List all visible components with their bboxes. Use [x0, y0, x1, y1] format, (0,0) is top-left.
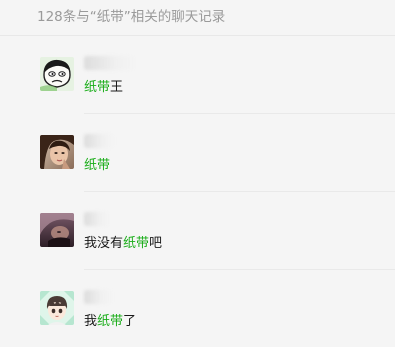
sender-name-obscured — [84, 56, 136, 70]
keyword-highlight: 纸带 — [97, 314, 124, 329]
chat-record-item[interactable]: 纸带王 — [0, 36, 395, 114]
dark-photo-avatar[interactable] — [40, 213, 74, 247]
sender-name-obscured — [84, 290, 112, 304]
chat-record-item[interactable]: 纸带 — [0, 114, 395, 192]
search-results-header: 128条与“纸带”相关的聊天记录 — [0, 0, 395, 36]
message-snippet: 纸带 — [84, 154, 110, 173]
keyword-highlight: 纸带 — [123, 236, 150, 251]
keyword-highlight: 纸带 — [84, 80, 111, 95]
chat-record-item[interactable]: 我没有纸带吧 — [0, 192, 395, 270]
keyword-highlight: 纸带 — [84, 158, 111, 173]
message-snippet: 我没有纸带吧 — [84, 236, 163, 251]
sender-name-obscured — [84, 134, 114, 148]
chat-record-item[interactable]: 我纸带了 — [0, 270, 395, 347]
search-results-title: 128条与“纸带”相关的聊天记录 — [37, 9, 226, 25]
message-snippet: 我纸带了 — [84, 314, 137, 329]
sender-name-obscured — [84, 212, 110, 226]
anime-boy-avatar[interactable] — [40, 291, 74, 325]
woman-photo-avatar[interactable] — [40, 135, 74, 169]
message-snippet: 纸带王 — [84, 80, 124, 95]
cartoon-face-avatar[interactable] — [40, 57, 74, 91]
chat-record-list: 纸带王 纸带 我没有纸带吧 我纸带了 — [0, 36, 395, 347]
